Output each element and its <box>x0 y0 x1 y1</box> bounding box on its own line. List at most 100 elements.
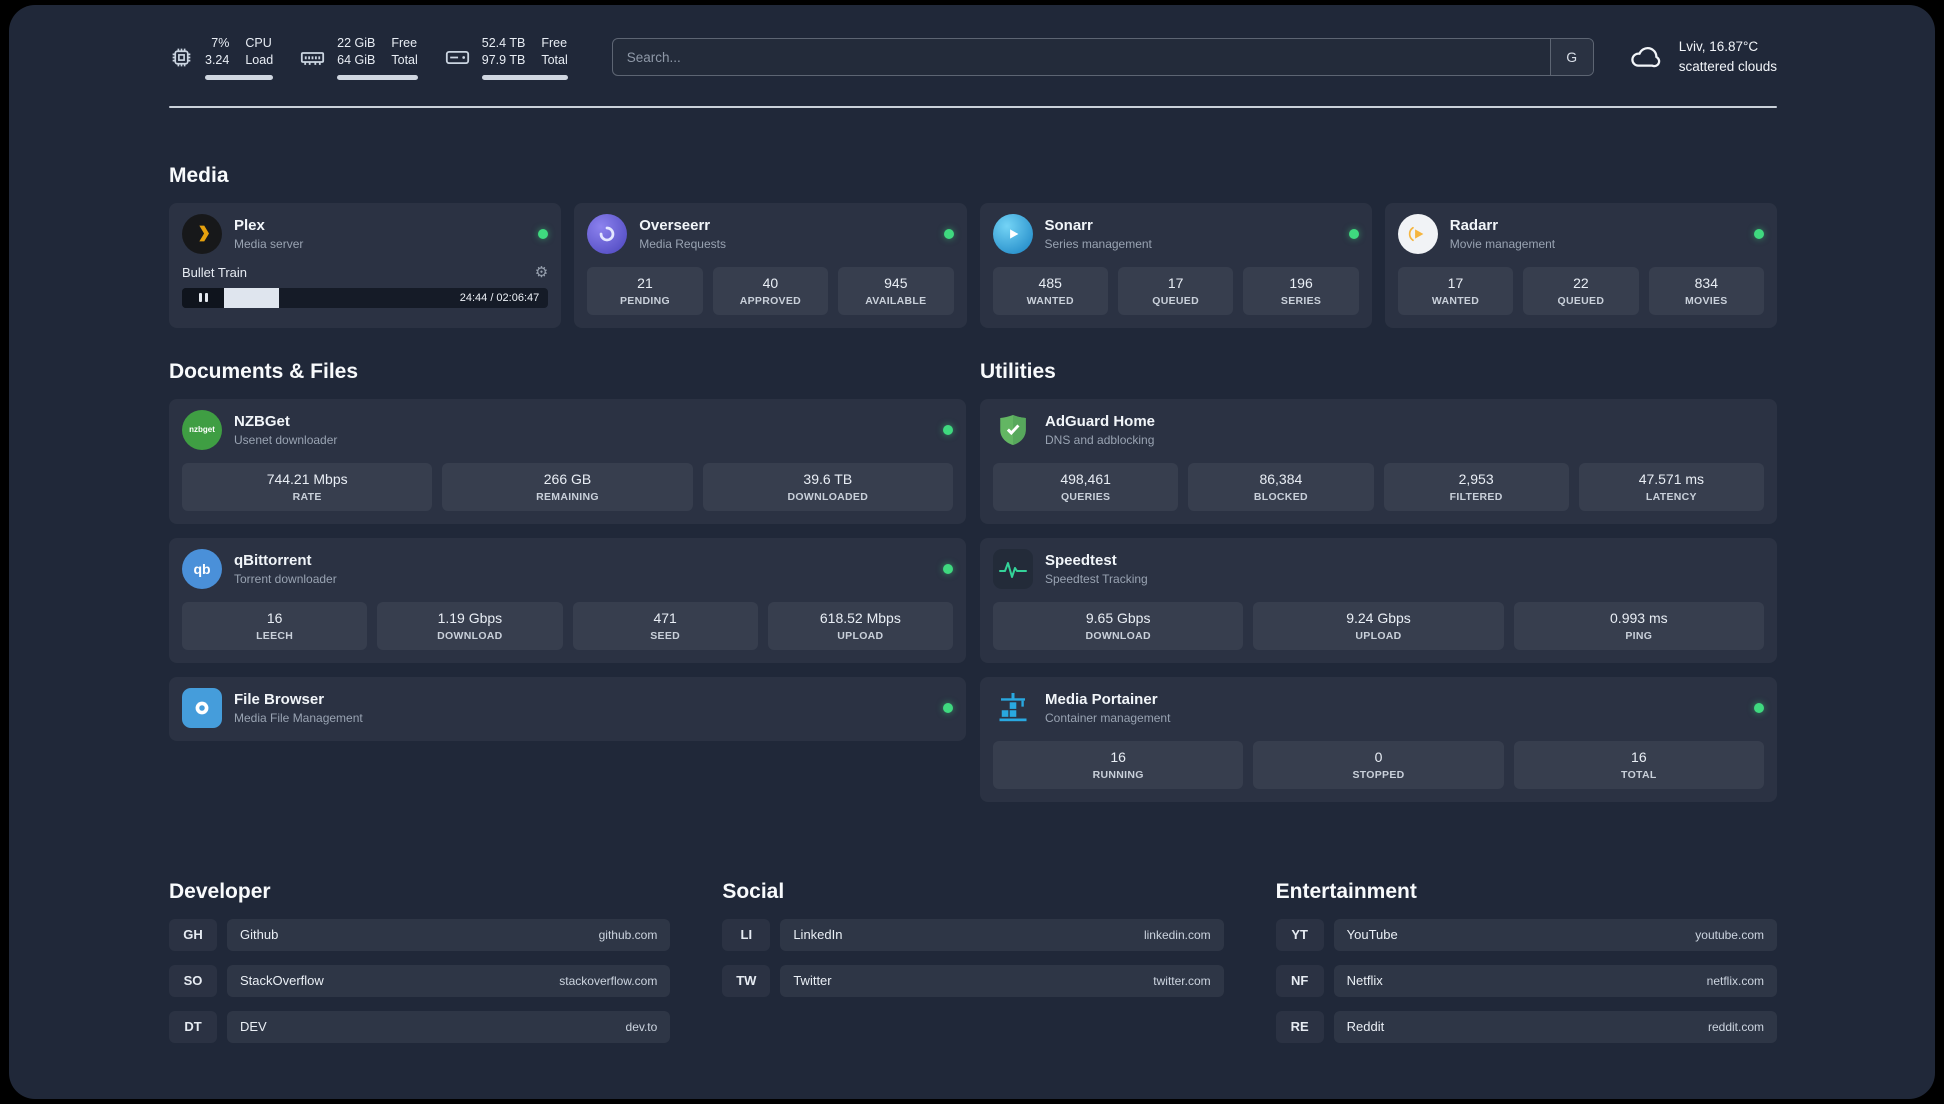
weather-condition: scattered clouds <box>1678 59 1777 75</box>
stat-available: 945 AVAILABLE <box>838 266 954 315</box>
stat-filtered: 2,953 FILTERED <box>1383 462 1569 511</box>
app-name: Radarr <box>1449 216 1499 234</box>
status-dot <box>1348 228 1359 239</box>
app-subtitle: Speedtest Tracking <box>1045 571 1148 586</box>
search-input[interactable] <box>612 39 1550 76</box>
portainer-card[interactable]: Media Portainer Container management 16 … <box>980 676 1777 802</box>
plex-icon <box>182 213 222 254</box>
app-name: Overseerr <box>639 216 711 234</box>
qbittorrent-icon: qb <box>182 548 222 589</box>
pause-button[interactable] <box>182 287 224 308</box>
utilities-section: Utilities AdGuard Home DNS and adblockin… <box>980 360 1777 816</box>
twitter-link[interactable]: Twitter twitter.com <box>780 964 1224 997</box>
stat-pending: 21 PENDING <box>587 266 703 315</box>
app-name: NZBGet <box>234 412 290 430</box>
youtube-abbr[interactable]: YT <box>1275 918 1324 951</box>
ram-usage-bar <box>337 74 418 80</box>
stat-leech: 16 LEECH <box>182 601 368 650</box>
youtube-link[interactable]: YouTube youtube.com <box>1333 918 1777 951</box>
player-progress[interactable]: 24:44 / 02:06:47 <box>182 287 549 308</box>
app-name: File Browser <box>234 690 325 708</box>
stat-download: 9.65 Gbps DOWNLOAD <box>993 601 1244 650</box>
status-dot <box>1754 228 1764 239</box>
dev-abbr[interactable]: DT <box>169 1010 217 1043</box>
cpu-usage-bar <box>205 74 274 80</box>
status-dot <box>943 702 953 713</box>
speedtest-card[interactable]: Speedtest Speedtest Tracking 9.65 Gbps D… <box>980 537 1777 663</box>
disk-usage-bar <box>481 74 568 80</box>
stat-queued: 17 QUEUED <box>1117 266 1234 315</box>
link-row-netflix: NF Netflix netflix.com <box>1275 964 1777 997</box>
now-playing-title: Bullet Train <box>182 264 248 280</box>
adguard-icon <box>993 410 1033 450</box>
app-subtitle: Media Requests <box>639 236 726 251</box>
status-dot <box>943 424 953 435</box>
reddit-link[interactable]: Reddit reddit.com <box>1333 1010 1777 1043</box>
documents-section: Documents & Files nzbget NZBGet Usenet d… <box>169 360 966 755</box>
stat-queued: 22 QUEUED <box>1523 266 1639 315</box>
cpu-icon <box>169 45 194 70</box>
sonarr-icon <box>992 213 1033 254</box>
stat-ping: 0.993 ms PING <box>1513 601 1764 650</box>
media-section: Media Plex Media server Bullet Train ⚙ 2… <box>169 164 1777 328</box>
filebrowser-card[interactable]: File Browser Media File Management <box>169 676 966 741</box>
stat-running: 16 RUNNING <box>993 740 1244 789</box>
dev-link[interactable]: DEV dev.to <box>227 1010 671 1043</box>
stackoverflow-abbr[interactable]: SO <box>169 964 217 997</box>
stackoverflow-link[interactable]: StackOverflow stackoverflow.com <box>227 964 671 997</box>
stat-remaining: 266 GB REMAINING <box>442 462 693 511</box>
ram-values: 22 GiB 64 GiB <box>337 36 376 67</box>
adguard-card[interactable]: AdGuard Home DNS and adblocking 498,461 … <box>980 398 1777 524</box>
app-subtitle: Movie management <box>1449 236 1556 251</box>
stat-queries: 498,461 QUERIES <box>993 462 1179 511</box>
section-title-developer: Developer <box>169 879 271 903</box>
github-abbr[interactable]: GH <box>169 918 217 951</box>
nzbget-card[interactable]: nzbget NZBGet Usenet downloader 744.21 M… <box>169 398 966 524</box>
app-subtitle: Media File Management <box>234 710 363 725</box>
linkedin-link[interactable]: LinkedIn linkedin.com <box>780 918 1224 951</box>
link-row-twitter: TW Twitter twitter.com <box>722 964 1224 997</box>
qbittorrent-card[interactable]: qb qBittorrent Torrent downloader 16 LEE… <box>169 537 966 663</box>
cpu-labels: CPU Load <box>245 36 274 67</box>
dashboard: 7% 3.24 CPU Load 22 GiB 64 GiB Free Tota… <box>9 5 1935 1099</box>
radarr-card[interactable]: Radarr Movie management 17 WANTED 22 QUE… <box>1384 202 1777 328</box>
search-engine-button[interactable]: G <box>1549 39 1593 76</box>
github-link[interactable]: Github github.com <box>227 918 671 951</box>
app-name: Media Portainer <box>1045 690 1158 708</box>
search-bar: G <box>611 38 1594 77</box>
twitter-abbr[interactable]: TW <box>722 964 771 997</box>
stat-total: 16 TOTAL <box>1513 740 1764 789</box>
stat-approved: 40 APPROVED <box>712 266 829 315</box>
gear-icon[interactable]: ⚙ <box>535 265 548 280</box>
app-name: Speedtest <box>1045 551 1117 569</box>
radarr-icon <box>1397 213 1438 254</box>
disk-labels: Free Total <box>541 36 568 67</box>
top-bar: 7% 3.24 CPU Load 22 GiB 64 GiB Free Tota… <box>169 35 1777 80</box>
plex-card[interactable]: Plex Media server Bullet Train ⚙ 24:44 /… <box>169 202 562 328</box>
sonarr-card[interactable]: Sonarr Series management 485 WANTED 17 Q… <box>979 202 1372 328</box>
stat-upload: 9.24 Gbps UPLOAD <box>1253 601 1504 650</box>
netflix-abbr[interactable]: NF <box>1275 964 1324 997</box>
status-dot <box>538 228 549 239</box>
app-name: Sonarr <box>1044 216 1093 234</box>
ram-widget: 22 GiB 64 GiB Free Total <box>299 35 418 80</box>
link-row-youtube: YT YouTube youtube.com <box>1275 918 1777 951</box>
link-row-dev: DT DEV dev.to <box>169 1010 671 1043</box>
app-name: Plex <box>234 216 265 234</box>
overseerr-card[interactable]: Overseerr Media Requests 21 PENDING 40 A… <box>574 202 967 328</box>
reddit-abbr[interactable]: RE <box>1275 1010 1324 1043</box>
app-subtitle: Container management <box>1045 710 1171 725</box>
ram-labels: Free Total <box>391 36 418 67</box>
developer-section: Developer GH Github github.com SO StackO… <box>169 879 671 1057</box>
netflix-link[interactable]: Netflix netflix.com <box>1333 964 1777 997</box>
stat-latency: 47.571 ms LATENCY <box>1578 462 1764 511</box>
entertainment-section: Entertainment YT YouTube youtube.com NF … <box>1275 880 1777 1057</box>
disk-icon <box>444 44 471 71</box>
app-subtitle: Usenet downloader <box>234 432 338 447</box>
cloud-icon <box>1624 41 1666 73</box>
link-row-reddit: RE Reddit reddit.com <box>1275 1010 1777 1043</box>
disk-values: 52.4 TB 97.9 TB <box>481 36 526 67</box>
stat-downloaded: 39.6 TB DOWNLOADED <box>702 462 953 511</box>
linkedin-abbr[interactable]: LI <box>722 918 771 951</box>
social-section: Social LI LinkedIn linkedin.com TW Twitt… <box>722 880 1224 1011</box>
